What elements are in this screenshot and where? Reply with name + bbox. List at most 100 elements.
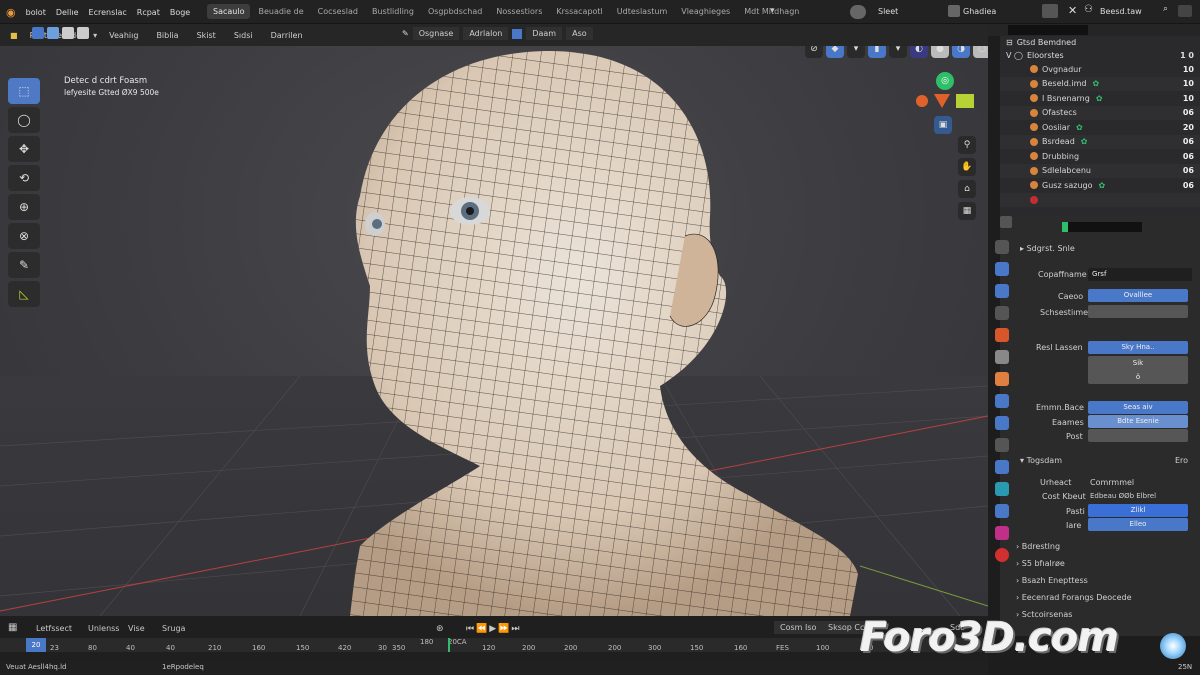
dropdown-icon[interactable]: ▾ bbox=[770, 6, 775, 16]
menu-item[interactable]: Dellıe bbox=[56, 8, 79, 17]
collapsed-panel[interactable]: › Bsazh Enepttess bbox=[1016, 576, 1088, 585]
blender-logo-icon[interactable]: ◉ bbox=[6, 6, 16, 19]
dropdown-icon[interactable]: ▾ bbox=[889, 46, 907, 58]
view-layer-icon[interactable] bbox=[948, 5, 960, 17]
workspace-tab[interactable]: Nossestiors bbox=[490, 4, 548, 19]
user-label[interactable]: Beesd.taw bbox=[1100, 7, 1142, 16]
gizmo-y-axis-icon[interactable]: ◎ bbox=[936, 72, 954, 90]
orientation-selector[interactable]: Osgnase bbox=[412, 27, 460, 40]
vertex-mode-icon[interactable] bbox=[47, 27, 59, 39]
proportional-selector[interactable]: Aso bbox=[566, 27, 593, 40]
eaames-field[interactable]: Bdte Esenie bbox=[1088, 415, 1188, 428]
physics-tab-icon[interactable] bbox=[995, 438, 1009, 452]
workspace-tab[interactable]: Cocseslad bbox=[312, 4, 364, 19]
outliner-row[interactable]: Drubbing 06 bbox=[1000, 149, 1200, 164]
view-layer-label[interactable]: Ghadiea bbox=[963, 7, 996, 16]
header-menu-view[interactable]: Veahiıg bbox=[103, 29, 144, 42]
search-icon[interactable]: ⌕ bbox=[1163, 4, 1168, 14]
shader-tab-icon[interactable] bbox=[995, 548, 1009, 562]
collapsed-panel[interactable]: › Eecenrad Forangs Deocede bbox=[1016, 593, 1132, 602]
wireframe-shading-icon[interactable]: ◐ bbox=[910, 46, 928, 58]
lasso-tool-icon[interactable]: ◯ bbox=[8, 107, 40, 133]
outliner-row[interactable]: Beseld.imd ✿ 10 bbox=[1000, 76, 1200, 91]
overlay-icon[interactable]: ▾ bbox=[847, 46, 865, 58]
particles-tab-icon[interactable] bbox=[995, 416, 1009, 430]
filter-icon[interactable] bbox=[1178, 5, 1192, 17]
properties-editor-icon[interactable] bbox=[1000, 216, 1012, 228]
scene-tab-icon[interactable] bbox=[995, 328, 1009, 342]
outliner-row[interactable]: Ofastecs 06 bbox=[1000, 105, 1200, 120]
properties-search-input[interactable] bbox=[1062, 222, 1142, 232]
world-tab-icon[interactable] bbox=[995, 350, 1009, 364]
snap-icon[interactable] bbox=[512, 28, 523, 39]
outliner-row[interactable] bbox=[1000, 192, 1200, 207]
playhead-marker[interactable] bbox=[448, 638, 450, 652]
modifier-icon[interactable]: ✿ bbox=[1076, 123, 1083, 132]
pan-icon[interactable]: ✋ bbox=[958, 158, 976, 176]
gizmo-view-icon[interactable] bbox=[956, 94, 974, 108]
modifier-icon[interactable]: ✿ bbox=[1096, 94, 1103, 103]
rotate-tool-icon[interactable]: ⟲ bbox=[8, 165, 40, 191]
gizmo-toggle-icon[interactable]: ◆ bbox=[826, 46, 844, 58]
menu-item[interactable]: Boge bbox=[170, 8, 190, 17]
parti-field[interactable]: Zlikl bbox=[1088, 504, 1188, 517]
emmn-field[interactable]: Seas aiv bbox=[1088, 401, 1188, 414]
header-menu-add[interactable]: Skist bbox=[191, 29, 222, 42]
post-field[interactable] bbox=[1088, 429, 1188, 442]
workspace-tab[interactable]: Bustlidling bbox=[366, 4, 420, 19]
select-tool-icon[interactable]: ⬚ bbox=[8, 78, 40, 104]
rest-lassen-field[interactable]: Sky Hna.. bbox=[1088, 341, 1188, 354]
schlestima-field[interactable] bbox=[1088, 305, 1188, 318]
collapsed-panel[interactable]: › Bdrestlng bbox=[1016, 542, 1060, 551]
timeline-menu[interactable]: Unlenss bbox=[88, 624, 119, 633]
outliner-row[interactable]: Sdlelabcenu 06 bbox=[1000, 163, 1200, 178]
face-mode-icon[interactable] bbox=[77, 27, 89, 39]
outliner-collection[interactable]: Eloorstes bbox=[1027, 51, 1064, 60]
outliner-row[interactable]: Ovgnadur 10 bbox=[1000, 62, 1200, 77]
modifier-icon[interactable]: ✿ bbox=[1092, 79, 1099, 88]
playback-controls-icon[interactable]: ⏮⏪▶⏩⏭ bbox=[466, 624, 522, 634]
visibility-icon[interactable]: ⊘ bbox=[805, 46, 823, 58]
3d-viewport[interactable]: Detec d cdrt Foasm Iefyesite Gtted ØX9 5… bbox=[0, 46, 988, 616]
modifier-tab-icon[interactable] bbox=[995, 394, 1009, 408]
section-header[interactable]: ▾ Togsdam Ero bbox=[1020, 456, 1194, 465]
ortho-icon[interactable]: ▦ bbox=[958, 202, 976, 220]
collapsed-panel[interactable]: › S5 bfıalrøe bbox=[1016, 559, 1065, 568]
record-icon[interactable]: ⊛ bbox=[436, 624, 444, 634]
timeline-menu[interactable]: Letfssect bbox=[36, 624, 72, 633]
camera-view-icon[interactable]: ▣ bbox=[934, 116, 952, 134]
outliner-search-input[interactable] bbox=[1008, 25, 1088, 35]
workspace-tab[interactable]: Osgpbdschad bbox=[422, 4, 488, 19]
orientation-icon[interactable]: ✎ bbox=[402, 29, 409, 38]
editor-type-icon[interactable]: ■ bbox=[10, 31, 18, 40]
grid-icon[interactable] bbox=[1042, 4, 1058, 18]
solid-shading-icon[interactable]: ● bbox=[931, 46, 949, 58]
cost-value[interactable]: Edbeau ØØb Elbrel bbox=[1090, 492, 1156, 500]
workspace-tab[interactable]: Sacaulo bbox=[207, 4, 251, 19]
current-frame-indicator[interactable]: 20 bbox=[26, 638, 46, 652]
camera-icon[interactable]: ⌂ bbox=[958, 180, 976, 198]
workspace-tab[interactable]: Krssacapotl bbox=[550, 4, 608, 19]
material-tab-icon[interactable] bbox=[995, 526, 1009, 540]
measure-tool-icon[interactable]: ◺ bbox=[8, 281, 40, 307]
section-header[interactable]: ▸ Sdgrst. Snle bbox=[1020, 244, 1075, 253]
render-shading-icon[interactable]: ○ bbox=[973, 46, 988, 58]
workspace-tab[interactable]: Beuadie de bbox=[252, 4, 309, 19]
object-tab-icon[interactable] bbox=[995, 372, 1009, 386]
menu-item[interactable]: Ecrenslac bbox=[89, 8, 127, 17]
name-field[interactable]: Grsf bbox=[1088, 268, 1192, 281]
workspace-tab[interactable]: Vleaghieges bbox=[675, 4, 736, 19]
material-shading-icon[interactable]: ◑ bbox=[952, 46, 970, 58]
iare-field[interactable]: Elleo bbox=[1088, 518, 1188, 531]
start-frame-button[interactable]: Cosm Iso bbox=[774, 621, 823, 634]
urheect-value[interactable]: Comrmmel bbox=[1090, 478, 1134, 487]
render-tab-icon[interactable] bbox=[995, 262, 1009, 276]
outliner-row[interactable]: Gusz sazugo ✿ 06 bbox=[1000, 178, 1200, 193]
timeline-menu[interactable]: Sruga bbox=[162, 624, 185, 633]
modifier-icon[interactable]: ✿ bbox=[1081, 137, 1088, 146]
texture-tab-icon[interactable] bbox=[995, 504, 1009, 518]
view-layer-tab-icon[interactable] bbox=[995, 306, 1009, 320]
annotate-tool-icon[interactable]: ✎ bbox=[8, 252, 40, 278]
zoom-icon[interactable]: ⚲ bbox=[958, 136, 976, 154]
gizmo-x-axis-icon[interactable] bbox=[916, 95, 928, 107]
